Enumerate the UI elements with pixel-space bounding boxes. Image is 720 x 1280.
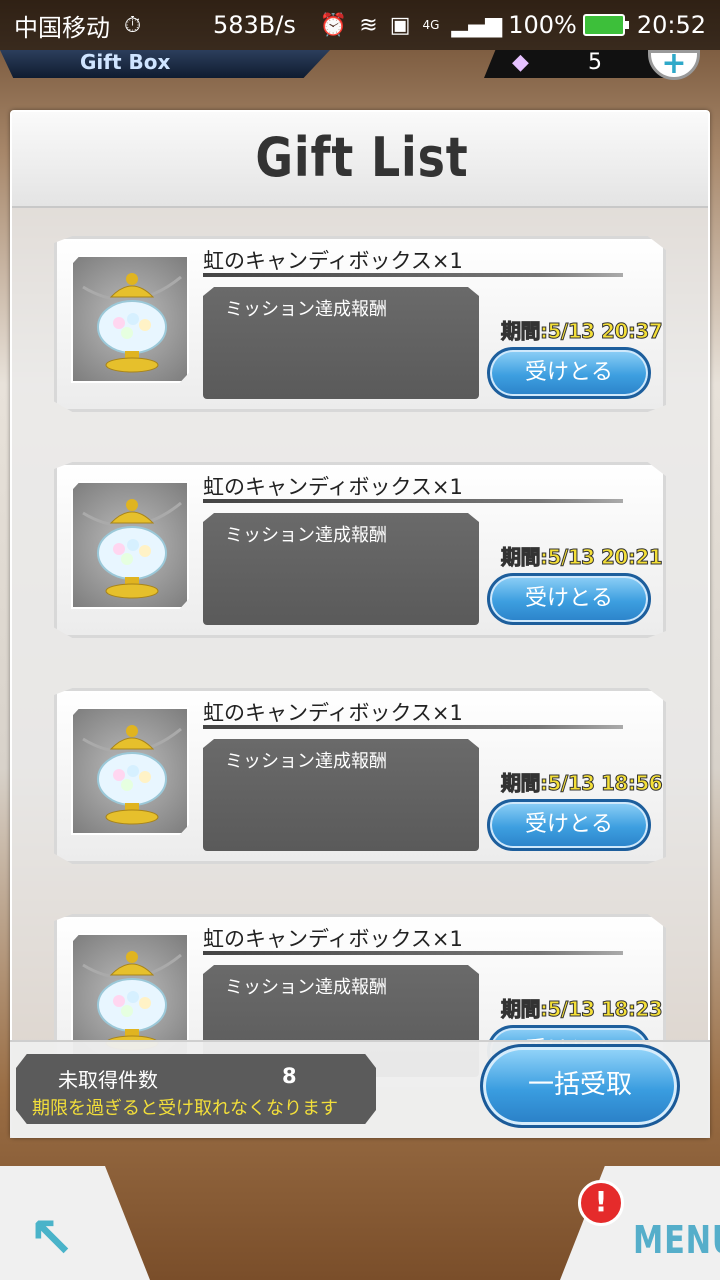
gift-card: 虹のキャンディボックス×1 ミッション達成報酬 期間:5/13 18:56 受け… [54, 688, 666, 864]
signal-icon: ▂▄▆ [451, 12, 503, 38]
gift-expiry: 期間:5/13 18:23 [500, 997, 663, 1022]
gift-description: ミッション達成報酬 [225, 525, 387, 546]
panel-header: Gift List [12, 112, 708, 208]
gift-box-tab[interactable]: Gift Box [0, 50, 330, 78]
gift-description-box: ミッション達成報酬 [203, 287, 479, 399]
candy-jar-icon [82, 273, 182, 373]
candy-jar-icon [82, 499, 182, 599]
receive-button[interactable]: 受けとる [487, 573, 651, 625]
unclaimed-count-value: 8 [282, 1064, 297, 1088]
battery-icon [582, 14, 629, 36]
gift-description-box: ミッション達成報酬 [203, 513, 479, 625]
sim-icon: ▣ [389, 12, 411, 38]
gift-expiry: 期間:5/13 20:37 [500, 319, 663, 344]
claim-all-button[interactable]: 一括受取 [480, 1044, 680, 1128]
page-title: Gift List [255, 126, 469, 189]
gift-card: 虹のキャンディボックス×1 ミッション達成報酬 期間:5/13 20:37 受け… [54, 236, 666, 412]
game-header: Gift Box ◆ 5 + [0, 49, 720, 106]
unclaimed-count-box: 未取得件数 8 期限を過ぎると受け取れなくなります [16, 1054, 376, 1124]
item-thumbnail [71, 255, 189, 383]
menu-label[interactable]: MENU [633, 1218, 720, 1262]
candy-jar-icon [82, 725, 182, 825]
gift-card: 虹のキャンディボックス×1 ミッション達成報酬 期間:5/13 20:21 受け… [54, 462, 666, 638]
crystal-icon: ◆ [512, 50, 529, 75]
divider [203, 273, 623, 277]
bottom-nav: ↖ MENU ! [0, 1140, 720, 1280]
divider [203, 499, 623, 503]
wifi-icon: ≋ [359, 12, 378, 38]
gift-footer: 未取得件数 8 期限を過ぎると受け取れなくなります 一括受取 [10, 1040, 710, 1138]
network-type: 4G [422, 18, 440, 32]
gift-expiry: 期間:5/13 20:21 [500, 545, 663, 570]
currency-value: 5 [588, 50, 602, 75]
alarm-icon: ⏰ [319, 12, 348, 38]
gift-description-box: ミッション達成報酬 [203, 739, 479, 851]
gift-name: 虹のキャンディボックス×1 [203, 927, 463, 951]
carrier-name: 中国移动 [14, 13, 110, 42]
divider [203, 725, 623, 729]
gift-description: ミッション達成報酬 [225, 977, 387, 998]
currency-display: ◆ 5 [484, 50, 674, 78]
unclaimed-count-label: 未取得件数 [58, 1068, 158, 1092]
back-arrow-icon: ↖ [28, 1206, 75, 1271]
receive-button[interactable]: 受けとる [487, 799, 651, 851]
battery-percent: 100% [508, 11, 577, 39]
item-thumbnail [71, 707, 189, 835]
gift-name: 虹のキャンディボックス×1 [203, 249, 463, 273]
status-bar: 中国移动 ⏱ 583B/s ⏰ ≋ ▣ 4G ▂▄▆ 100% 20:52 [0, 0, 720, 50]
alert-badge: ! [578, 1180, 624, 1226]
back-button[interactable]: ↖ [0, 1166, 150, 1280]
gift-name: 虹のキャンディボックス×1 [203, 701, 463, 725]
timer-icon: ⏱ [124, 12, 142, 38]
divider [203, 951, 623, 955]
clock: 20:52 [636, 11, 706, 39]
gift-expiry: 期間:5/13 18:56 [500, 771, 663, 796]
gift-name: 虹のキャンディボックス×1 [203, 475, 463, 499]
gift-list-panel: Gift List 虹のキャンディボックス×1 ミッション達成報酬 期間:5/1… [10, 110, 710, 1138]
gift-description: ミッション達成報酬 [225, 299, 387, 320]
gift-description: ミッション達成報酬 [225, 751, 387, 772]
item-thumbnail [71, 481, 189, 609]
net-speed: 583B/s [212, 11, 296, 39]
expiry-warning: 期限を過ぎると受け取れなくなります [32, 1098, 338, 1119]
receive-button[interactable]: 受けとる [487, 347, 651, 399]
